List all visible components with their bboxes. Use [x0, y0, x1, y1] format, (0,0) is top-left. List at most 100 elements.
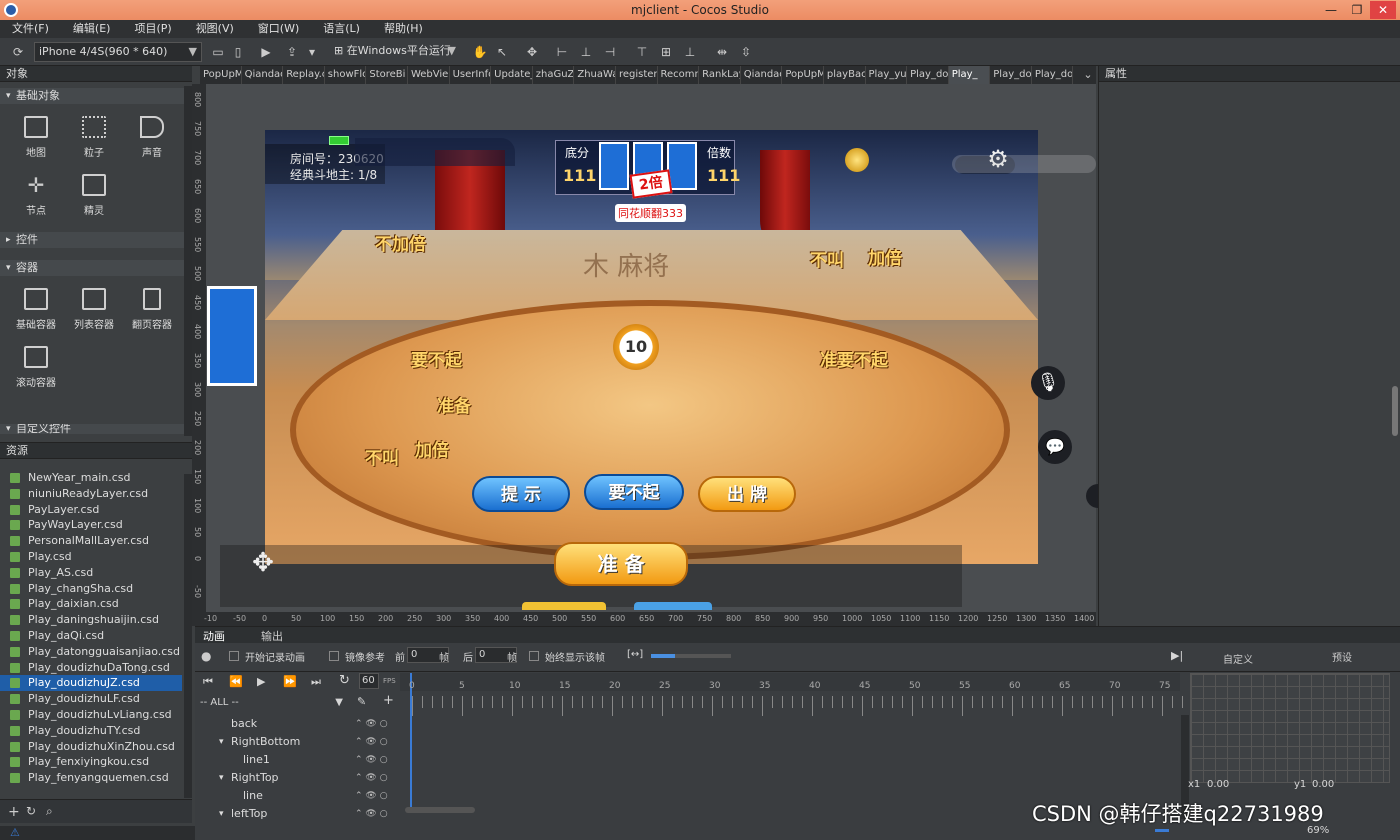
next-frame-icon[interactable]: ⏩	[283, 675, 297, 688]
node-visibility-icons[interactable]: ⌃ 👁 ○	[355, 733, 388, 751]
timeline-h-scrollbar[interactable]	[405, 807, 475, 813]
file-item[interactable]: niuniuReadyLayer.csd	[0, 486, 182, 502]
curve-editor-grid[interactable]	[1190, 673, 1390, 783]
goto-end-icon[interactable]: ⏭	[311, 675, 321, 689]
section-controls[interactable]: 控件	[0, 232, 192, 248]
distribute-v-icon[interactable]: ⇳	[738, 44, 754, 60]
section-containers[interactable]: 容器	[0, 260, 192, 276]
fps-input[interactable]: 60	[359, 673, 379, 689]
object-map[interactable]: 地图	[8, 108, 64, 164]
publish-dropdown-icon[interactable]: ▾	[304, 44, 320, 60]
file-item[interactable]: Play_AS.csd	[0, 565, 182, 581]
pass-button[interactable]: 要不起	[584, 474, 684, 510]
add-node-icon[interactable]: +	[383, 693, 394, 708]
node-visibility-icons[interactable]: ⌃ 👁 ○	[355, 769, 388, 787]
align-right-icon[interactable]: ⊣	[602, 44, 618, 60]
goto-start-icon[interactable]: ⏮	[203, 675, 213, 689]
refresh-icon[interactable]: ↻	[26, 804, 36, 818]
document-tab[interactable]: RankLay	[699, 66, 741, 84]
file-item[interactable]: Play_doudizhuLF.csd	[0, 691, 182, 707]
hand-tool-icon[interactable]: ✋	[472, 44, 488, 60]
prev-frame-icon[interactable]: ⏪	[229, 675, 243, 688]
curve-custom-tab[interactable]: 自定义	[1223, 651, 1253, 666]
document-tab[interactable]: StoreBi	[366, 66, 408, 84]
document-tab[interactable]: Replay.c	[283, 66, 325, 84]
document-tab[interactable]: zhaGuZ	[533, 66, 575, 84]
menu-edit[interactable]: 编辑(E)	[61, 20, 123, 38]
move-icon[interactable]: ✥	[524, 44, 540, 60]
hint-button[interactable]: 提 示	[472, 476, 570, 512]
play-icon[interactable]: ▶	[257, 675, 265, 688]
node-visibility-icons[interactable]: ⌃ 👁 ○	[355, 787, 388, 805]
zoom-slider[interactable]	[1155, 829, 1169, 832]
section-custom[interactable]: 自定义控件	[0, 424, 192, 434]
file-item[interactable]: Play_doudizhuJZ.csd	[0, 675, 182, 692]
document-tab[interactable]: showFlo	[325, 66, 367, 84]
align-left-icon[interactable]: ⊢	[554, 44, 570, 60]
close-button[interactable]: ✕	[1370, 1, 1396, 19]
document-tab[interactable]: UserInfo	[450, 66, 492, 84]
file-item[interactable]: PayWayLayer.csd	[0, 517, 182, 533]
playhead[interactable]	[410, 673, 412, 809]
timeline-node-row[interactable]: ▾ RightBottom ⌃ 👁 ○	[195, 733, 400, 751]
file-item[interactable]: NewYear_main.csd	[0, 470, 182, 486]
file-item[interactable]: Play.csd	[0, 549, 182, 565]
expand-icon[interactable]: ▾	[219, 769, 224, 787]
landscape-icon[interactable]: ▭	[210, 44, 226, 60]
document-tab[interactable]: Play_	[948, 66, 991, 84]
section-basic-objects[interactable]: 基础对象	[0, 88, 192, 104]
tab-output[interactable]: 输出	[261, 628, 283, 644]
document-tab[interactable]: Play_do	[1032, 66, 1074, 84]
loop-icon[interactable]: [↔]	[627, 649, 643, 660]
menu-window[interactable]: 窗口(W)	[246, 20, 311, 38]
file-item[interactable]: Play_fenyangquemen.csd	[0, 770, 182, 786]
minimize-button[interactable]: —	[1318, 1, 1344, 19]
object-sprite[interactable]: 精灵	[66, 166, 122, 222]
file-item[interactable]: Play_daningshuaijin.csd	[0, 612, 182, 628]
portrait-icon[interactable]: ▯	[230, 44, 246, 60]
document-tab[interactable]: Recomm	[658, 66, 700, 84]
select-tool-icon[interactable]: ↖	[494, 44, 510, 60]
timeline-node-row[interactable]: back ⌃ 👁 ○	[195, 715, 400, 733]
chat-icon[interactable]: 💬	[1038, 430, 1072, 464]
document-tab[interactable]: Update_	[491, 66, 533, 84]
menu-help[interactable]: 帮助(H)	[372, 20, 435, 38]
align-middle-icon[interactable]: ⊞	[658, 44, 674, 60]
align-bottom-icon[interactable]: ⊥	[682, 44, 698, 60]
container-page[interactable]: 翻页容器	[124, 280, 180, 336]
rotate-device-icon[interactable]: ⟳	[10, 44, 26, 60]
file-item[interactable]: PersonalMallLayer.csd	[0, 533, 182, 549]
add-keyframe-icon[interactable]: ●	[201, 649, 211, 663]
expand-icon[interactable]: ▾	[219, 805, 224, 823]
align-top-icon[interactable]: ⊤	[634, 44, 650, 60]
file-item[interactable]: Play_doudizhuTY.csd	[0, 723, 182, 739]
container-list[interactable]: 列表容器	[66, 280, 122, 336]
expand-icon[interactable]: ▾	[219, 733, 224, 751]
x1-value[interactable]: 0.00	[1207, 779, 1229, 790]
properties-scrollbar[interactable]	[1392, 386, 1398, 436]
node-visibility-icons[interactable]: ⌃ 👁 ○	[355, 715, 388, 733]
menu-file[interactable]: 文件(F)	[0, 20, 61, 38]
search-icon[interactable]: ⌕	[46, 804, 53, 819]
file-item[interactable]: Play_datongguaisanjiao.csd	[0, 644, 182, 660]
object-sound[interactable]: 声音	[124, 108, 180, 164]
file-item[interactable]: Play_fenxiyingkou.csd	[0, 754, 182, 770]
record-checkbox[interactable]	[229, 651, 239, 661]
play-icon[interactable]: ▶	[258, 44, 274, 60]
node-visibility-icons[interactable]: ⌃ 👁 ○	[355, 751, 388, 769]
add-icon[interactable]: +	[8, 804, 20, 820]
document-tab[interactable]: Qiandao	[741, 66, 783, 84]
document-tab[interactable]: Play_yu	[866, 66, 908, 84]
document-tab[interactable]: PopUpM	[200, 66, 242, 84]
publish-icon[interactable]: ⇪	[284, 44, 300, 60]
object-node[interactable]: ✛ 节点	[8, 166, 64, 222]
object-particle[interactable]: 粒子	[66, 108, 122, 164]
node-visibility-icons[interactable]: ⌃ 👁 ○	[355, 805, 388, 823]
tab-animation[interactable]: 动画	[203, 628, 225, 644]
container-scroll[interactable]: 滚动容器	[8, 338, 64, 394]
timeline-node-row[interactable]: ▾ RightTop ⌃ 👁 ○	[195, 769, 400, 787]
run-target-select[interactable]: ⊞ 在Windows平台运行 ▼	[330, 42, 460, 62]
timeline-node-row[interactable]: ▾ leftTop ⌃ 👁 ○	[195, 805, 400, 823]
anchor-move-icon[interactable]: ✥	[248, 548, 278, 578]
y1-value[interactable]: 0.00	[1312, 779, 1334, 790]
